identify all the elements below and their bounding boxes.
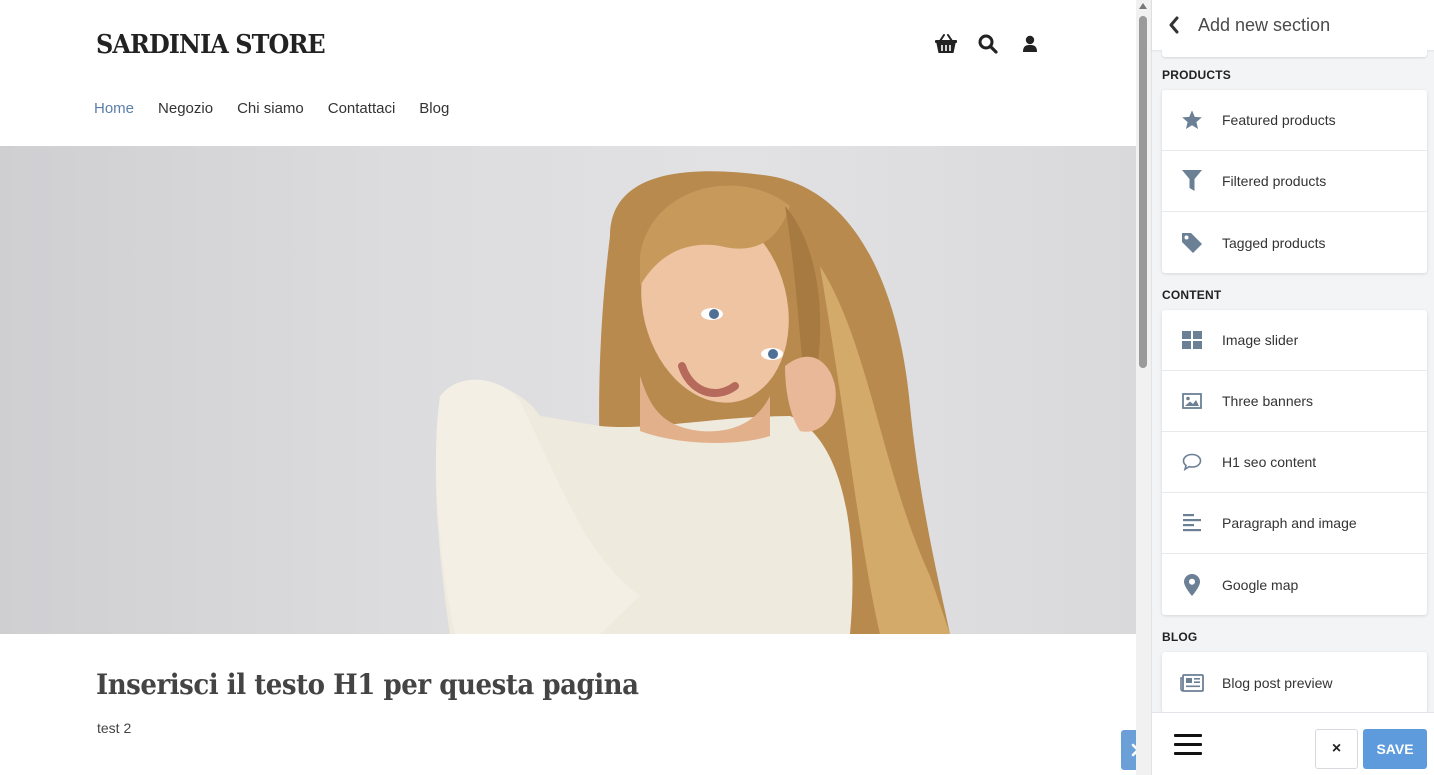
collapse-panel-button[interactable] bbox=[1121, 730, 1136, 770]
group-card-blog: Blog post preview bbox=[1162, 652, 1427, 712]
section-blog-post-preview[interactable]: Blog post preview bbox=[1162, 652, 1427, 712]
map-pin-icon bbox=[1162, 554, 1222, 615]
user-icon[interactable] bbox=[1018, 32, 1042, 56]
section-label: H1 seo content bbox=[1222, 454, 1317, 470]
section-label: Google map bbox=[1222, 576, 1299, 593]
basket-icon[interactable] bbox=[934, 32, 958, 56]
save-button[interactable]: SAVE bbox=[1363, 729, 1427, 769]
back-button[interactable] bbox=[1164, 15, 1184, 35]
nav-chi-siamo[interactable]: Chi siamo bbox=[237, 100, 304, 117]
hero-illustration bbox=[435, 171, 950, 634]
previous-card-edge bbox=[1162, 50, 1427, 57]
editor-root: SARDINIA STORE Home Negozio Chi siamo Co… bbox=[0, 0, 1434, 775]
chevron-left-icon bbox=[1169, 16, 1179, 34]
header-icons bbox=[934, 32, 1042, 56]
hero-image bbox=[0, 146, 1136, 634]
newspaper-icon bbox=[1162, 652, 1222, 712]
section-three-banners[interactable]: Three banners bbox=[1162, 371, 1427, 432]
funnel-icon bbox=[1162, 151, 1222, 212]
star-icon bbox=[1162, 90, 1222, 151]
preview-scrollbar[interactable] bbox=[1136, 0, 1151, 775]
panel-header: Add new section bbox=[1152, 0, 1434, 50]
group-label-blog: BLOG bbox=[1162, 630, 1198, 644]
close-button[interactable]: × bbox=[1315, 729, 1358, 769]
section-label: Featured products bbox=[1222, 112, 1336, 128]
section-label: Blog post preview bbox=[1222, 674, 1333, 691]
store-logo[interactable]: SARDINIA STORE bbox=[96, 30, 326, 60]
panel-title: Add new section bbox=[1198, 14, 1331, 35]
section-filtered-products[interactable]: Filtered products bbox=[1162, 151, 1427, 212]
page-subtext[interactable]: test 2 bbox=[97, 720, 131, 736]
section-paragraph-and-image[interactable]: Paragraph and image bbox=[1162, 493, 1427, 554]
add-section-panel: Add new section PRODUCTS Featured produc… bbox=[1151, 0, 1434, 775]
section-featured-products[interactable]: Featured products bbox=[1162, 90, 1427, 151]
section-label: Image slider bbox=[1222, 332, 1299, 348]
tag-icon bbox=[1162, 212, 1222, 273]
align-left-icon bbox=[1162, 493, 1222, 554]
nav-home[interactable]: Home bbox=[94, 100, 134, 117]
nav-negozio[interactable]: Negozio bbox=[158, 100, 213, 117]
section-google-map[interactable]: Google map bbox=[1162, 554, 1427, 615]
page-h1[interactable]: Inserisci il testo H1 per questa pagina bbox=[96, 668, 639, 701]
nav-contattaci[interactable]: Contattaci bbox=[328, 100, 396, 117]
main-nav: Home Negozio Chi siamo Contattaci Blog bbox=[94, 100, 449, 117]
nav-blog[interactable]: Blog bbox=[419, 100, 449, 117]
search-icon[interactable] bbox=[976, 32, 1000, 56]
image-icon bbox=[1162, 371, 1222, 432]
section-image-slider[interactable]: Image slider bbox=[1162, 310, 1427, 371]
group-label-products: PRODUCTS bbox=[1162, 68, 1231, 82]
section-label: Three banners bbox=[1222, 393, 1314, 409]
scroll-up-arrow-icon[interactable] bbox=[1139, 3, 1147, 9]
section-tagged-products[interactable]: Tagged products bbox=[1162, 212, 1427, 273]
panel-footer: × SAVE bbox=[1152, 712, 1434, 775]
hamburger-menu-icon[interactable] bbox=[1174, 734, 1202, 758]
scroll-thumb[interactable] bbox=[1139, 16, 1147, 368]
grid-icon bbox=[1162, 310, 1222, 371]
store-preview: SARDINIA STORE Home Negozio Chi siamo Co… bbox=[0, 0, 1136, 775]
section-h1-seo-content[interactable]: H1 seo content bbox=[1162, 432, 1427, 493]
section-label: Tagged products bbox=[1222, 234, 1326, 251]
section-label: Filtered products bbox=[1222, 173, 1327, 189]
section-list[interactable]: PRODUCTS Featured products Filtered prod… bbox=[1152, 50, 1434, 712]
group-label-content: CONTENT bbox=[1162, 288, 1222, 302]
group-card-content: Image slider Three banners H1 seo conten… bbox=[1162, 310, 1427, 615]
section-label: Paragraph and image bbox=[1222, 515, 1357, 531]
speech-bubble-icon bbox=[1162, 432, 1222, 493]
group-card-products: Featured products Filtered products Tagg… bbox=[1162, 90, 1427, 273]
